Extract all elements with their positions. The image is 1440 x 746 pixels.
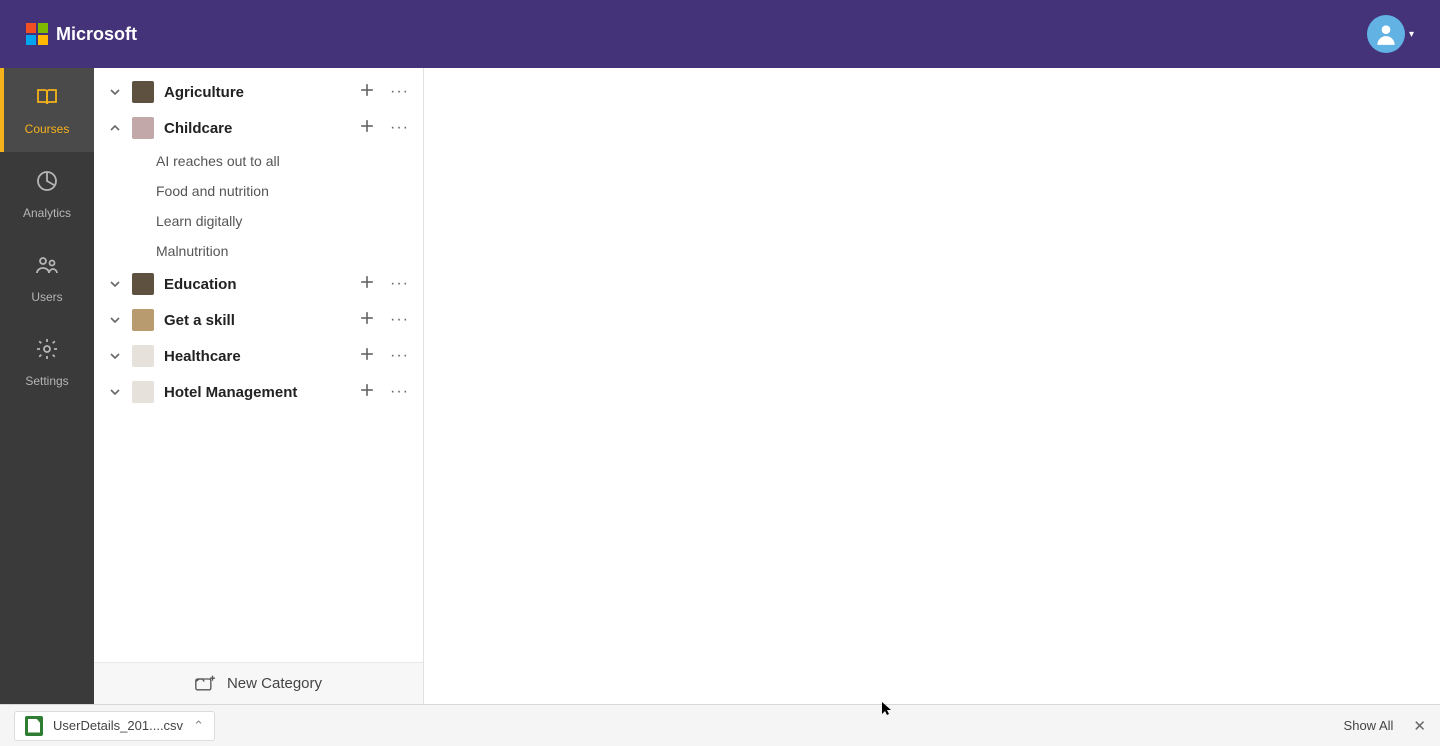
add-icon[interactable]	[360, 383, 374, 402]
category-name: Hotel Management	[164, 384, 350, 401]
category-actions: ···	[360, 275, 409, 294]
app-header: Microsoft ▾	[0, 0, 1440, 68]
more-icon[interactable]: ···	[390, 316, 409, 324]
rail-item-courses[interactable]: Courses	[0, 68, 94, 152]
chevron-down-icon: ▾	[1409, 29, 1414, 40]
brand-name: Microsoft	[56, 24, 137, 45]
download-item[interactable]: UserDetails_201....csv ⌃	[14, 711, 215, 741]
add-icon[interactable]	[360, 347, 374, 366]
more-icon[interactable]: ···	[390, 388, 409, 396]
analytics-icon	[35, 169, 59, 206]
category-thumbnail	[132, 345, 154, 367]
rail-item-label: Analytics	[23, 206, 71, 220]
chevron-down-icon[interactable]	[108, 85, 122, 99]
category-actions: ···	[360, 311, 409, 330]
chevron-up-icon[interactable]: ⌃	[193, 718, 204, 734]
category-panel: Agriculture ··· Childcare ··· AI reaches out…	[94, 68, 424, 704]
user-menu[interactable]: ▾	[1367, 15, 1414, 53]
category-name: Get a skill	[164, 312, 350, 329]
more-icon[interactable]: ···	[390, 88, 409, 96]
content-area	[424, 68, 1440, 704]
show-all-downloads[interactable]: Show All	[1344, 718, 1394, 733]
category-row[interactable]: Get a skill ···	[94, 302, 423, 338]
category-name: Education	[164, 276, 350, 293]
category-actions: ···	[360, 83, 409, 102]
category-row[interactable]: Agriculture ···	[94, 74, 423, 110]
rail-item-label: Users	[31, 290, 62, 304]
category-thumbnail	[132, 81, 154, 103]
chevron-down-icon[interactable]	[108, 349, 122, 363]
add-icon[interactable]	[360, 119, 374, 138]
add-icon[interactable]	[360, 275, 374, 294]
category-row[interactable]: Education ···	[94, 266, 423, 302]
category-actions: ···	[360, 383, 409, 402]
microsoft-logo-icon	[26, 23, 48, 45]
rail-item-analytics[interactable]: Analytics	[0, 152, 94, 236]
more-icon[interactable]: ···	[390, 124, 409, 132]
brand-logo[interactable]: Microsoft	[26, 23, 137, 45]
category-actions: ···	[360, 347, 409, 366]
rail-item-settings[interactable]: Settings	[0, 320, 94, 404]
category-row[interactable]: Hotel Management ···	[94, 374, 423, 410]
rail-item-users[interactable]: Users	[0, 236, 94, 320]
category-row[interactable]: Healthcare ···	[94, 338, 423, 374]
more-icon[interactable]: ···	[390, 352, 409, 360]
avatar	[1367, 15, 1405, 53]
category-thumbnail	[132, 381, 154, 403]
course-item[interactable]: AI reaches out to all	[94, 146, 423, 176]
category-row[interactable]: Childcare ···	[94, 110, 423, 146]
more-icon[interactable]: ···	[390, 280, 409, 288]
avatar-icon	[1373, 21, 1399, 47]
chevron-down-icon[interactable]	[108, 277, 122, 291]
category-actions: ···	[360, 119, 409, 138]
close-icon[interactable]: ✕	[1413, 717, 1426, 735]
category-name: Agriculture	[164, 84, 350, 101]
settings-icon	[35, 337, 59, 374]
courses-icon	[35, 85, 59, 122]
folder-plus-icon	[195, 675, 215, 693]
rail-item-label: Courses	[25, 122, 70, 136]
users-icon	[35, 253, 59, 290]
category-thumbnail	[132, 309, 154, 331]
add-icon[interactable]	[360, 311, 374, 330]
course-item[interactable]: Learn digitally	[94, 206, 423, 236]
course-item[interactable]: Food and nutrition	[94, 176, 423, 206]
category-name: Childcare	[164, 120, 350, 137]
category-list: Agriculture ··· Childcare ··· AI reaches out…	[94, 68, 423, 662]
app-rail: Courses Analytics Users Settings	[0, 68, 94, 704]
category-name: Healthcare	[164, 348, 350, 365]
rail-item-label: Settings	[25, 374, 68, 388]
csv-file-icon	[25, 716, 43, 736]
chevron-down-icon[interactable]	[108, 313, 122, 327]
new-category-label: New Category	[227, 675, 322, 692]
chevron-up-icon[interactable]	[108, 121, 122, 135]
new-category-button[interactable]: New Category	[94, 662, 423, 704]
category-thumbnail	[132, 273, 154, 295]
chevron-down-icon[interactable]	[108, 385, 122, 399]
download-bar: UserDetails_201....csv ⌃ Show All ✕	[0, 704, 1440, 746]
category-thumbnail	[132, 117, 154, 139]
download-file-name: UserDetails_201....csv	[53, 718, 183, 733]
course-item[interactable]: Malnutrition	[94, 236, 423, 266]
add-icon[interactable]	[360, 83, 374, 102]
